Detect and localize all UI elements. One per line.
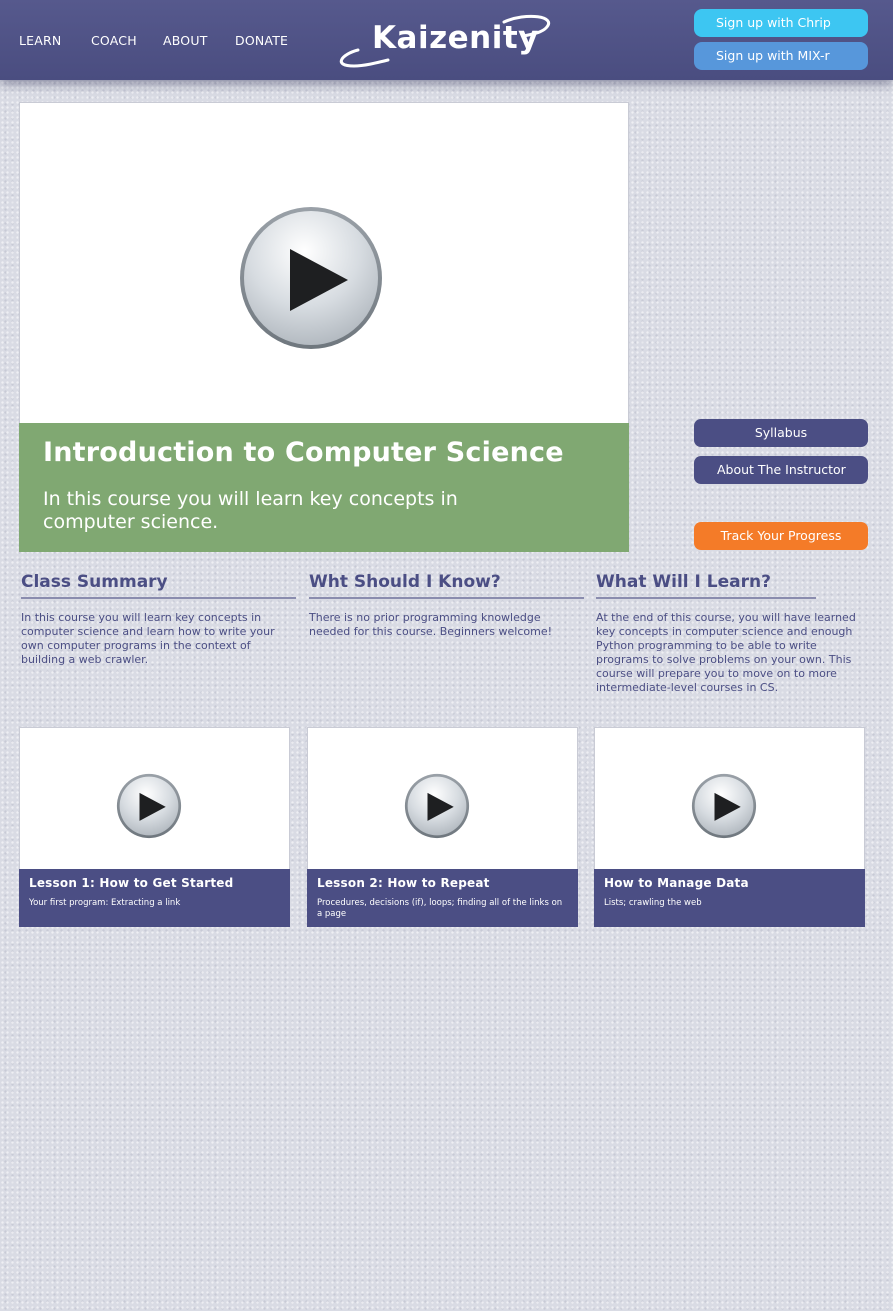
lesson-video[interactable]	[307, 727, 578, 870]
nav-learn-link[interactable]: LEARN	[19, 33, 61, 48]
syllabus-button[interactable]: Syllabus	[694, 419, 868, 447]
course-title: Introduction to Computer Science	[43, 437, 564, 468]
lesson-card[interactable]: Lesson 2: How to Repeat Procedures, deci…	[307, 727, 578, 927]
class-summary-text: In this course you will learn key concep…	[21, 611, 275, 666]
lesson-card[interactable]: How to Manage Data Lists; crawling the w…	[594, 727, 865, 927]
lesson-subtitle: Procedures, decisions (if), loops; findi…	[317, 898, 563, 919]
lesson-title: Lesson 1: How to Get Started	[29, 876, 234, 890]
course-description: In this course you will learn key concep…	[43, 488, 458, 533]
lesson-subtitle: Lists; crawling the web	[604, 898, 702, 908]
outcomes-heading: What Will I Learn?	[596, 572, 816, 599]
outcomes-section: What Will I Learn? At the end of this co…	[596, 572, 856, 695]
lesson-info: How to Manage Data Lists; crawling the w…	[594, 869, 865, 927]
play-icon[interactable]	[691, 773, 757, 839]
nav-donate-link[interactable]: DONATE	[235, 33, 288, 48]
top-navigation-bar: LEARN COACH ABOUT DONATE Kaizenity Sign …	[0, 0, 893, 80]
track-progress-button[interactable]: Track Your Progress	[694, 522, 868, 550]
class-summary-section: Class Summary In this course you will le…	[21, 572, 296, 667]
lesson-title: Lesson 2: How to Repeat	[317, 876, 490, 890]
about-instructor-button[interactable]: About The Instructor	[694, 456, 868, 484]
course-intro-video[interactable]	[19, 102, 629, 424]
nav-coach-link[interactable]: COACH	[91, 33, 137, 48]
lesson-subtitle: Your first program: Extracting a link	[29, 898, 181, 908]
prerequisites-heading: Wht Should I Know?	[309, 572, 584, 599]
play-icon[interactable]	[238, 205, 384, 351]
lesson-info: Lesson 2: How to Repeat Procedures, deci…	[307, 869, 578, 927]
outcomes-text: At the end of this course, you will have…	[596, 611, 856, 694]
signup-chrip-button[interactable]: Sign up with Chrip	[694, 9, 868, 37]
brand-logo[interactable]: Kaizenity	[336, 14, 558, 70]
course-banner: Introduction to Computer Science In this…	[19, 423, 629, 552]
lesson-title: How to Manage Data	[604, 876, 749, 890]
lesson-card[interactable]: Lesson 1: How to Get Started Your first …	[19, 727, 290, 927]
brand-name: Kaizenity	[372, 20, 539, 56]
nav-about-link[interactable]: ABOUT	[163, 33, 208, 48]
prerequisites-text: There is no prior programming knowledge …	[309, 611, 552, 638]
lesson-video[interactable]	[19, 727, 290, 870]
play-icon[interactable]	[116, 773, 182, 839]
lesson-video[interactable]	[594, 727, 865, 870]
prerequisites-section: Wht Should I Know? There is no prior pro…	[309, 572, 584, 639]
class-summary-heading: Class Summary	[21, 572, 296, 599]
lesson-info: Lesson 1: How to Get Started Your first …	[19, 869, 290, 927]
signup-mixr-button[interactable]: Sign up with MIX-r	[694, 42, 868, 70]
play-icon[interactable]	[404, 773, 470, 839]
